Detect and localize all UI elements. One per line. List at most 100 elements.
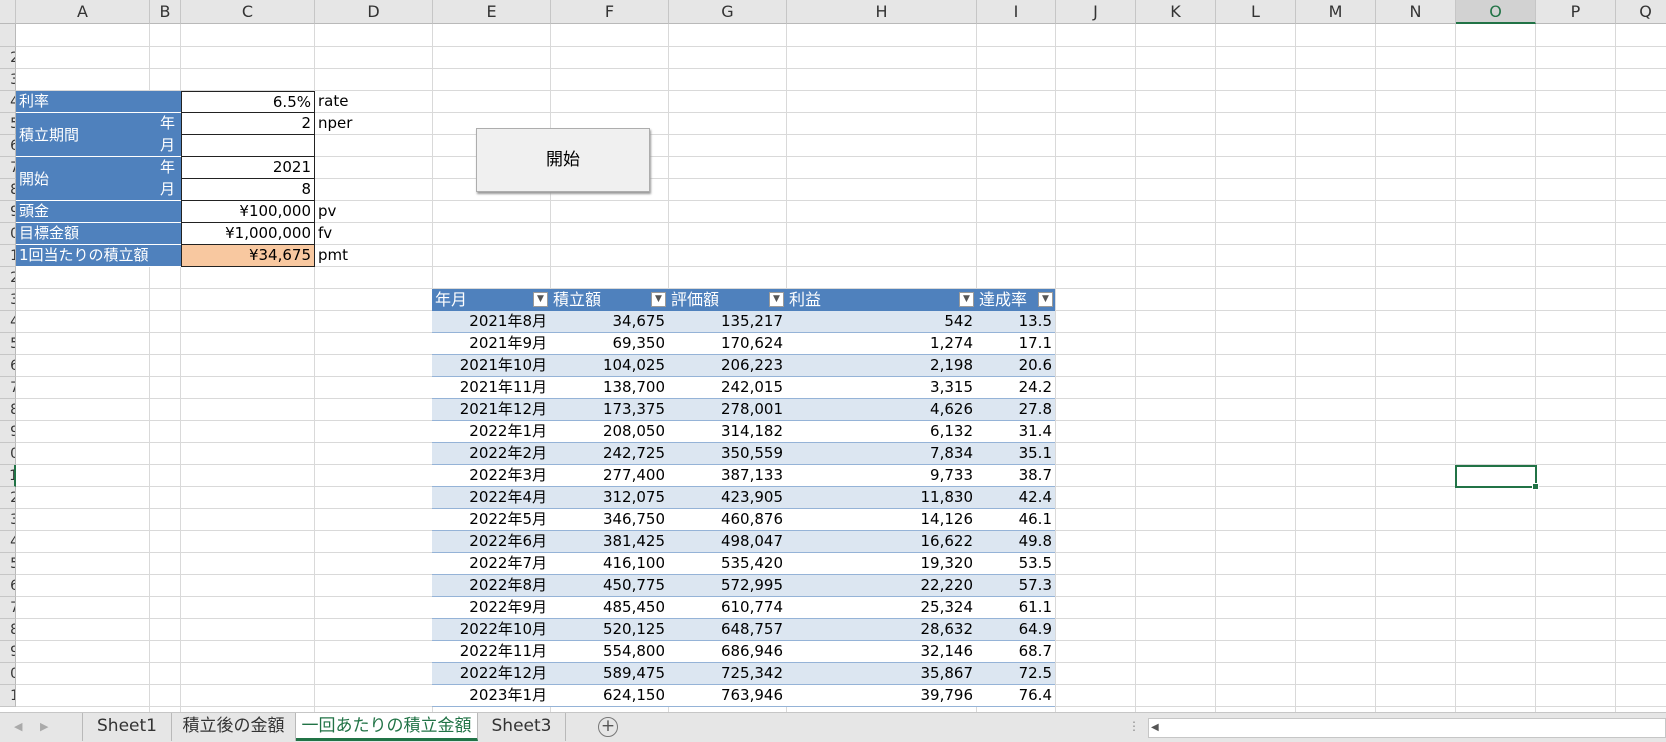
cell-valuation[interactable]: 135,217 — [668, 311, 786, 332]
row-header[interactable]: 2 — [0, 487, 16, 509]
cell-profit[interactable]: 16,622 — [786, 531, 976, 552]
cell-valuation[interactable]: 725,342 — [668, 663, 786, 684]
cell-valuation[interactable]: 460,876 — [668, 509, 786, 530]
cell-valuation[interactable]: 206,223 — [668, 355, 786, 376]
cell-yearmonth[interactable]: 2023年1月 — [432, 685, 550, 706]
cell-profit[interactable]: 39,796 — [786, 685, 976, 706]
filter-dropdown-icon[interactable]: ▼ — [533, 292, 548, 307]
column-header-o[interactable]: O — [1456, 0, 1536, 24]
cell-profit[interactable]: 14,126 — [786, 509, 976, 530]
row-header[interactable]: 9 — [0, 201, 16, 223]
cell-deposit[interactable]: 381,425 — [550, 531, 668, 552]
table-row[interactable]: 2022年8月 450,775 572,995 22,220 57.3 — [432, 575, 1055, 597]
row-header[interactable]: 1 — [0, 685, 16, 707]
cell-achievement[interactable]: 53.5 — [976, 553, 1055, 574]
cell-profit[interactable]: 7,834 — [786, 443, 976, 464]
table-row[interactable]: 2022年7月 416,100 535,420 19,320 53.5 — [432, 553, 1055, 575]
cell-valuation[interactable]: 314,182 — [668, 421, 786, 442]
cell-yearmonth[interactable]: 2022年4月 — [432, 487, 550, 508]
filter-dropdown-icon[interactable]: ▼ — [651, 292, 666, 307]
row-header[interactable]: 2 — [0, 47, 16, 69]
row-header[interactable]: 5 — [0, 333, 16, 355]
cell-profit[interactable]: 1,274 — [786, 333, 976, 354]
table-row[interactable]: 2021年11月 138,700 242,015 3,315 24.2 — [432, 377, 1055, 399]
column-header-k[interactable]: K — [1136, 0, 1216, 24]
column-header-q[interactable]: Q — [1616, 0, 1666, 24]
period-month-input[interactable] — [181, 135, 315, 157]
table-row[interactable]: 2022年11月 554,800 686,946 32,146 68.7 — [432, 641, 1055, 663]
cell-valuation[interactable]: 763,946 — [668, 685, 786, 706]
cell-valuation[interactable]: 648,757 — [668, 619, 786, 640]
cell-yearmonth[interactable]: 2022年12月 — [432, 663, 550, 684]
cell-profit[interactable]: 32,146 — [786, 641, 976, 662]
row-header[interactable]: 8 — [0, 179, 16, 201]
cell-achievement[interactable]: 35.1 — [976, 443, 1055, 464]
tab-prev-icon[interactable]: ◀ — [14, 720, 22, 733]
cell-profit[interactable]: 3,315 — [786, 377, 976, 398]
row-header[interactable]: 6 — [0, 355, 16, 377]
cell-deposit[interactable]: 208,050 — [550, 421, 668, 442]
column-header-p[interactable]: P — [1536, 0, 1616, 24]
table-row[interactable]: 2022年10月 520,125 648,757 28,632 64.9 — [432, 619, 1055, 641]
table-row[interactable]: 2021年10月 104,025 206,223 2,198 20.6 — [432, 355, 1055, 377]
cell-valuation[interactable]: 610,774 — [668, 597, 786, 618]
scroll-left-icon[interactable]: ◀ — [1151, 721, 1165, 735]
cell-yearmonth[interactable]: 2022年3月 — [432, 465, 550, 486]
column-header-c[interactable]: C — [181, 0, 315, 24]
table-row[interactable]: 2022年9月 485,450 610,774 25,324 61.1 — [432, 597, 1055, 619]
cell-deposit[interactable]: 277,400 — [550, 465, 668, 486]
row-header[interactable]: 6 — [0, 575, 16, 597]
tab-after-savings[interactable]: 積立後の金額 — [172, 713, 296, 741]
cell-profit[interactable]: 11,830 — [786, 487, 976, 508]
table-row[interactable]: 2022年1月 208,050 314,182 6,132 31.4 — [432, 421, 1055, 443]
row-header[interactable]: 2 — [0, 267, 16, 289]
cell-profit[interactable]: 22,220 — [786, 575, 976, 596]
cell-profit[interactable]: 6,132 — [786, 421, 976, 442]
cell-achievement[interactable]: 42.4 — [976, 487, 1055, 508]
row-header[interactable]: 5 — [0, 113, 16, 135]
cell-profit[interactable]: 19,320 — [786, 553, 976, 574]
cell-achievement[interactable]: 17.1 — [976, 333, 1055, 354]
cell-valuation[interactable]: 423,905 — [668, 487, 786, 508]
cell-valuation[interactable]: 242,015 — [668, 377, 786, 398]
cell-achievement[interactable]: 57.3 — [976, 575, 1055, 596]
column-header-h[interactable]: H — [787, 0, 977, 24]
column-header-e[interactable]: E — [433, 0, 551, 24]
cell-achievement[interactable]: 72.5 — [976, 663, 1055, 684]
cell-deposit[interactable]: 346,750 — [550, 509, 668, 530]
row-header[interactable]: 4 — [0, 91, 16, 113]
cell-achievement[interactable]: 31.4 — [976, 421, 1055, 442]
column-header-j[interactable]: J — [1056, 0, 1136, 24]
tab-sheet1[interactable]: Sheet1 — [82, 713, 172, 741]
row-header[interactable]: 1 — [0, 465, 16, 487]
tab-next-icon[interactable]: ▶ — [40, 720, 48, 733]
row-header[interactable]: 3 — [0, 509, 16, 531]
table-row[interactable]: 2023年1月 624,150 763,946 39,796 76.4 — [432, 685, 1055, 707]
row-header[interactable]: 3 — [0, 69, 16, 91]
row-header[interactable]: 0 — [0, 443, 16, 465]
cell-yearmonth[interactable]: 2021年12月 — [432, 399, 550, 420]
cell-yearmonth[interactable]: 2022年7月 — [432, 553, 550, 574]
cell-yearmonth[interactable]: 2021年8月 — [432, 311, 550, 332]
table-row[interactable]: 2021年12月 173,375 278,001 4,626 27.8 — [432, 399, 1055, 421]
row-header[interactable]: 7 — [0, 597, 16, 619]
cell-achievement[interactable]: 64.9 — [976, 619, 1055, 640]
cell-deposit[interactable]: 312,075 — [550, 487, 668, 508]
cell-deposit[interactable]: 554,800 — [550, 641, 668, 662]
cell-profit[interactable]: 4,626 — [786, 399, 976, 420]
row-header[interactable]: 4 — [0, 311, 16, 333]
filter-dropdown-icon[interactable]: ▼ — [769, 292, 784, 307]
row-header[interactable]: 8 — [0, 399, 16, 421]
cell-yearmonth[interactable]: 2022年9月 — [432, 597, 550, 618]
row-header[interactable]: 4 — [0, 531, 16, 553]
cell-yearmonth[interactable]: 2022年5月 — [432, 509, 550, 530]
cell-profit[interactable]: 2,198 — [786, 355, 976, 376]
cell-achievement[interactable]: 20.6 — [976, 355, 1055, 376]
cell-valuation[interactable]: 170,624 — [668, 333, 786, 354]
cell-achievement[interactable]: 27.8 — [976, 399, 1055, 420]
fv-input[interactable]: ¥1,000,000 — [181, 223, 315, 245]
row-header[interactable]: 5 — [0, 553, 16, 575]
cell-valuation[interactable]: 387,133 — [668, 465, 786, 486]
cell-profit[interactable]: 9,733 — [786, 465, 976, 486]
column-header-n[interactable]: N — [1376, 0, 1456, 24]
